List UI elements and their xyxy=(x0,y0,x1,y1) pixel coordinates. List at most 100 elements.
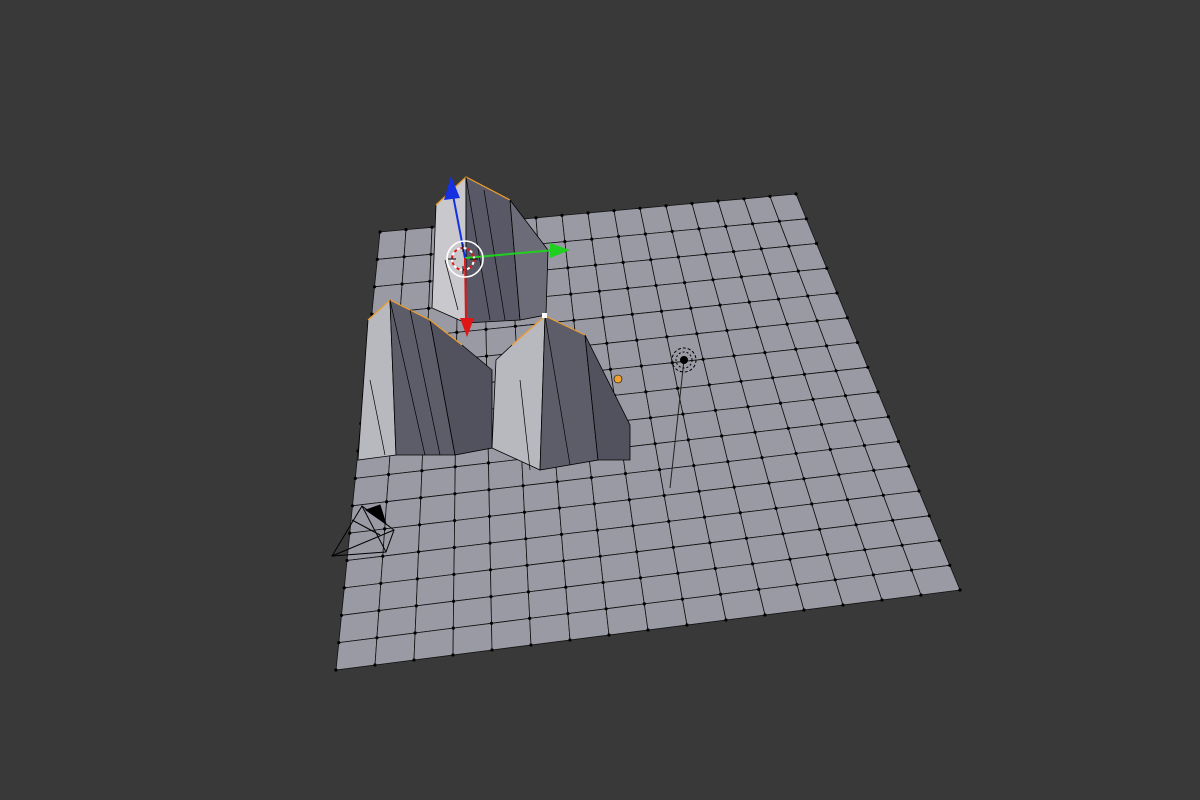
mesh-vertex[interactable] xyxy=(802,608,806,612)
plane-face[interactable] xyxy=(659,465,700,496)
mesh-vertex[interactable] xyxy=(566,266,570,270)
mesh-vertex[interactable] xyxy=(732,250,736,254)
plane-face[interactable] xyxy=(567,264,600,295)
mesh-vertex[interactable] xyxy=(919,593,923,597)
mesh-vertex[interactable] xyxy=(794,347,798,351)
mesh-vertex[interactable] xyxy=(342,586,346,590)
mesh-vertex[interactable] xyxy=(886,415,890,419)
mesh-vertex[interactable] xyxy=(853,419,857,423)
mesh-vertex[interactable] xyxy=(732,485,736,489)
mesh-vertex[interactable] xyxy=(649,258,653,262)
3d-viewport[interactable] xyxy=(0,0,1200,800)
mesh-vertex[interactable] xyxy=(595,528,599,532)
plane-face[interactable] xyxy=(631,310,668,341)
plane-face[interactable] xyxy=(490,564,529,598)
mesh-vertex[interactable] xyxy=(513,324,517,328)
mesh-vertex[interactable] xyxy=(642,602,646,606)
mesh-vertex[interactable] xyxy=(387,472,391,477)
mesh-vertex[interactable] xyxy=(524,537,528,541)
mesh-vertex[interactable] xyxy=(686,438,691,442)
mesh-vertex[interactable] xyxy=(452,545,456,550)
mesh-vertex[interactable] xyxy=(601,315,605,319)
mesh-vertex[interactable] xyxy=(676,386,680,390)
plane-face[interactable] xyxy=(453,542,491,575)
mesh-vertex[interactable] xyxy=(375,636,379,640)
mesh-vertex[interactable] xyxy=(866,365,870,369)
mesh-vertex[interactable] xyxy=(676,255,681,259)
plane-face[interactable] xyxy=(376,605,417,639)
plane-face[interactable] xyxy=(522,481,560,513)
plane-face[interactable] xyxy=(567,608,610,641)
mesh-vertex[interactable] xyxy=(720,434,724,438)
plane-face[interactable] xyxy=(335,637,378,671)
mesh-vertex[interactable] xyxy=(763,351,767,355)
mesh-vertex[interactable] xyxy=(896,439,901,444)
mesh-vertex[interactable] xyxy=(414,604,418,608)
mesh-vertex[interactable] xyxy=(521,484,525,488)
plane-face[interactable] xyxy=(636,336,673,367)
mesh-vertex[interactable] xyxy=(755,325,759,329)
mesh-vertex[interactable] xyxy=(383,527,387,531)
mesh-vertex[interactable] xyxy=(598,554,602,558)
plane-face[interactable] xyxy=(698,486,741,518)
plane-face[interactable] xyxy=(453,515,491,548)
plane-face[interactable] xyxy=(628,495,670,527)
mesh-vertex[interactable] xyxy=(690,201,694,206)
mesh-vertex[interactable] xyxy=(418,523,422,527)
mesh-vertex[interactable] xyxy=(572,318,576,322)
mesh-vertex[interactable] xyxy=(753,430,757,434)
mesh-vertex[interactable] xyxy=(608,367,613,371)
mesh-vertex[interactable] xyxy=(724,224,728,228)
mesh-vertex[interactable] xyxy=(713,566,717,571)
mesh-vertex[interactable] xyxy=(719,592,723,596)
plane-face[interactable] xyxy=(419,493,456,526)
mesh-vertex[interactable] xyxy=(739,379,743,383)
mesh-vertex[interactable] xyxy=(876,390,880,394)
mesh-vertex[interactable] xyxy=(489,621,494,625)
plane-face[interactable] xyxy=(650,413,689,445)
mesh-vertex[interactable] xyxy=(339,613,344,617)
mesh-vertex[interactable] xyxy=(692,464,696,468)
mesh-vertex[interactable] xyxy=(400,282,404,286)
mesh-vertex[interactable] xyxy=(659,309,664,313)
mesh-vertex[interactable] xyxy=(529,643,533,647)
plane-face[interactable] xyxy=(338,610,380,644)
mesh-vertex[interactable] xyxy=(563,240,567,244)
plane-face[interactable] xyxy=(590,473,630,505)
plane-face[interactable] xyxy=(374,256,405,288)
plane-face[interactable] xyxy=(488,458,524,491)
mesh-vertex[interactable] xyxy=(630,312,634,316)
mesh-vertex[interactable] xyxy=(453,465,457,469)
plane-face[interactable] xyxy=(599,551,641,583)
plane-face[interactable] xyxy=(681,593,727,626)
mesh-vertex[interactable] xyxy=(522,510,527,514)
mesh-vertex[interactable] xyxy=(416,550,421,554)
mesh-vertex[interactable] xyxy=(724,618,728,622)
mesh-vertex[interactable] xyxy=(786,426,790,430)
mesh-vertex[interactable] xyxy=(804,217,808,221)
mesh-vertex[interactable] xyxy=(597,289,601,293)
mesh-vertex[interactable] xyxy=(378,230,382,234)
plane-face[interactable] xyxy=(378,578,418,612)
mesh-vertex[interactable] xyxy=(900,543,904,547)
plane-face[interactable] xyxy=(602,313,638,344)
plane-face[interactable] xyxy=(352,474,390,507)
plane-face[interactable] xyxy=(454,462,490,495)
mesh-vertex[interactable] xyxy=(662,493,666,498)
mesh-vertex[interactable] xyxy=(590,237,594,241)
mesh-vertex[interactable] xyxy=(910,568,914,572)
mesh-vertex[interactable] xyxy=(420,469,424,473)
plane-face[interactable] xyxy=(416,547,455,580)
plane-face[interactable] xyxy=(687,435,729,467)
mesh-vertex[interactable] xyxy=(695,332,699,336)
plane-face[interactable] xyxy=(490,591,531,624)
mesh-vertex[interactable] xyxy=(751,562,755,566)
mesh-vertex[interactable] xyxy=(742,197,746,201)
mesh-vertex[interactable] xyxy=(658,468,662,472)
mesh-vertex[interactable] xyxy=(644,390,648,394)
mesh-vertex[interactable] xyxy=(350,504,355,508)
plane-face[interactable] xyxy=(745,533,791,565)
plane-face[interactable] xyxy=(709,537,754,569)
mesh-vertex[interactable] xyxy=(834,369,838,373)
plane-face[interactable] xyxy=(591,236,624,266)
